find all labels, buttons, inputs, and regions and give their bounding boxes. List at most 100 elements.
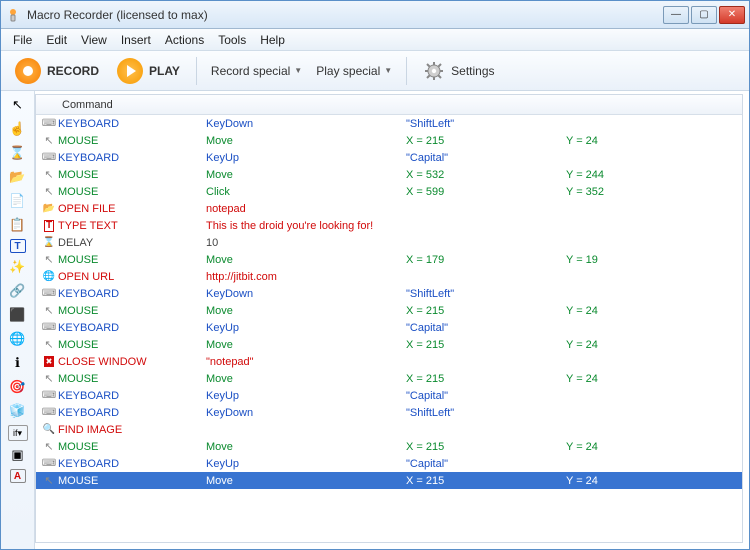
command-row[interactable]: KEYBOARDKeyDown"ShiftLeft" [36, 404, 742, 421]
kbd-icon [40, 407, 58, 418]
sidebar-copy-icon[interactable]: 📄 [7, 191, 29, 211]
sidebar-stop-icon[interactable]: ⬛ [7, 305, 29, 325]
sidebar-hand-icon[interactable]: ☝ [7, 119, 29, 139]
command-action: Move [206, 135, 406, 147]
mouse-icon [40, 253, 58, 266]
command-row[interactable]: KEYBOARDKeyUp"Capital" [36, 319, 742, 336]
command-name: KEYBOARD [58, 118, 206, 130]
sidebar-cube-icon[interactable]: 🧊 [7, 401, 29, 421]
command-name: OPEN FILE [58, 203, 206, 215]
command-action: KeyDown [206, 288, 406, 300]
mouse-icon [40, 304, 58, 317]
command-action: 10 [206, 237, 406, 249]
column-header[interactable]: Command [36, 95, 742, 115]
kbd-icon [40, 322, 58, 333]
url-icon [40, 271, 58, 282]
command-name: CLOSE WINDOW [58, 356, 206, 368]
command-action: Move [206, 254, 406, 266]
command-row[interactable]: KEYBOARDKeyUp"Capital" [36, 387, 742, 404]
command-row[interactable]: KEYBOARDKeyDown"ShiftLeft" [36, 115, 742, 132]
window-title: Macro Recorder (licensed to max) [27, 8, 663, 22]
mouse-icon [40, 338, 58, 351]
command-row[interactable]: CLOSE WINDOW"notepad" [36, 353, 742, 370]
maximize-button[interactable]: ▢ [691, 6, 717, 24]
play-button[interactable]: PLAY [111, 56, 186, 86]
command-name: MOUSE [58, 254, 206, 266]
sidebar-box-icon[interactable]: ▣ [7, 445, 29, 465]
command-row[interactable]: MOUSEMoveX = 179Y = 19 [36, 251, 742, 268]
command-row[interactable]: MOUSEMoveX = 215Y = 24 [36, 438, 742, 455]
record-special-label: Record special [211, 64, 290, 78]
settings-button[interactable]: Settings [417, 58, 500, 84]
command-row[interactable]: MOUSEClickX = 599Y = 352 [36, 183, 742, 200]
mouse-icon [40, 168, 58, 181]
sidebar-hourglass-icon[interactable]: ⌛ [7, 143, 29, 163]
sidebar-link-icon[interactable]: 🔗 [7, 281, 29, 301]
command-action: Move [206, 169, 406, 181]
play-icon [117, 58, 143, 84]
sidebar-info-icon[interactable]: ℹ [7, 353, 29, 373]
command-row[interactable]: MOUSEMoveX = 215Y = 24 [36, 336, 742, 353]
sidebar-cursor-icon[interactable]: ↖ [7, 95, 29, 115]
sidebar-folder-icon[interactable]: 📂 [7, 167, 29, 187]
record-button[interactable]: RECORD [9, 56, 105, 86]
command-row[interactable]: MOUSEMoveX = 215Y = 24 [36, 472, 742, 489]
sidebar-font-icon[interactable]: A [10, 469, 26, 483]
command-param-1: "ShiftLeft" [406, 288, 566, 300]
record-label: RECORD [47, 64, 99, 78]
menu-insert[interactable]: Insert [121, 33, 151, 47]
command-header-label: Command [62, 99, 113, 111]
record-special-dropdown[interactable]: Record special ▼ [207, 62, 306, 80]
menu-help[interactable]: Help [260, 33, 285, 47]
command-action: Move [206, 305, 406, 317]
command-param-1: X = 599 [406, 186, 566, 198]
delay-icon [40, 237, 58, 248]
mouse-icon [40, 440, 58, 453]
sidebar-globe-icon[interactable]: 🌐 [7, 329, 29, 349]
sidebar-target-icon[interactable]: 🎯 [7, 377, 29, 397]
sidebar-text-tool-icon[interactable]: T [10, 239, 26, 253]
command-row[interactable]: DELAY10 [36, 234, 742, 251]
command-action: Click [206, 186, 406, 198]
app-window: Macro Recorder (licensed to max) — ▢ ✕ F… [0, 0, 750, 550]
command-param-1: X = 215 [406, 475, 566, 487]
command-name: MOUSE [58, 169, 206, 181]
command-row[interactable]: OPEN FILEnotepad [36, 200, 742, 217]
command-row[interactable]: KEYBOARDKeyUp"Capital" [36, 149, 742, 166]
command-param-1: "Capital" [406, 390, 566, 402]
menu-edit[interactable]: Edit [46, 33, 67, 47]
minimize-button[interactable]: — [663, 6, 689, 24]
command-list[interactable]: KEYBOARDKeyDown"ShiftLeft"MOUSEMoveX = 2… [36, 115, 742, 534]
command-row[interactable]: MOUSEMoveX = 215Y = 24 [36, 302, 742, 319]
menu-tools[interactable]: Tools [218, 33, 246, 47]
menu-actions[interactable]: Actions [165, 33, 204, 47]
sidebar-if-icon[interactable]: if▾ [8, 425, 28, 441]
command-name: KEYBOARD [58, 390, 206, 402]
command-row[interactable]: OPEN URLhttp://jitbit.com [36, 268, 742, 285]
command-row[interactable]: KEYBOARDKeyUp"Capital" [36, 455, 742, 472]
command-action: KeyUp [206, 390, 406, 402]
command-param-1: "Capital" [406, 458, 566, 470]
command-param-1: "Capital" [406, 152, 566, 164]
command-row[interactable]: MOUSEMoveX = 215Y = 24 [36, 132, 742, 149]
command-row[interactable]: MOUSEMoveX = 532Y = 244 [36, 166, 742, 183]
play-special-dropdown[interactable]: Play special ▼ [312, 62, 396, 80]
command-row[interactable]: MOUSEMoveX = 215Y = 24 [36, 370, 742, 387]
close-button[interactable]: ✕ [719, 6, 745, 24]
command-name: MOUSE [58, 475, 206, 487]
command-action: KeyUp [206, 458, 406, 470]
kbd-icon [40, 390, 58, 401]
menu-view[interactable]: View [81, 33, 107, 47]
menu-file[interactable]: File [13, 33, 32, 47]
command-row[interactable]: KEYBOARDKeyDown"ShiftLeft" [36, 285, 742, 302]
mouse-icon [40, 185, 58, 198]
chevron-down-icon: ▼ [294, 66, 302, 75]
play-special-label: Play special [316, 64, 380, 78]
sidebar-clipboard-icon[interactable]: 📋 [7, 215, 29, 235]
command-row[interactable]: TYPE TEXTThis is the droid you're lookin… [36, 217, 742, 234]
command-name: KEYBOARD [58, 288, 206, 300]
titlebar[interactable]: Macro Recorder (licensed to max) — ▢ ✕ [1, 1, 749, 29]
command-action: http://jitbit.com [206, 271, 406, 283]
command-row[interactable]: FIND IMAGE [36, 421, 742, 438]
sidebar-wand-icon[interactable]: ✨ [7, 257, 29, 277]
